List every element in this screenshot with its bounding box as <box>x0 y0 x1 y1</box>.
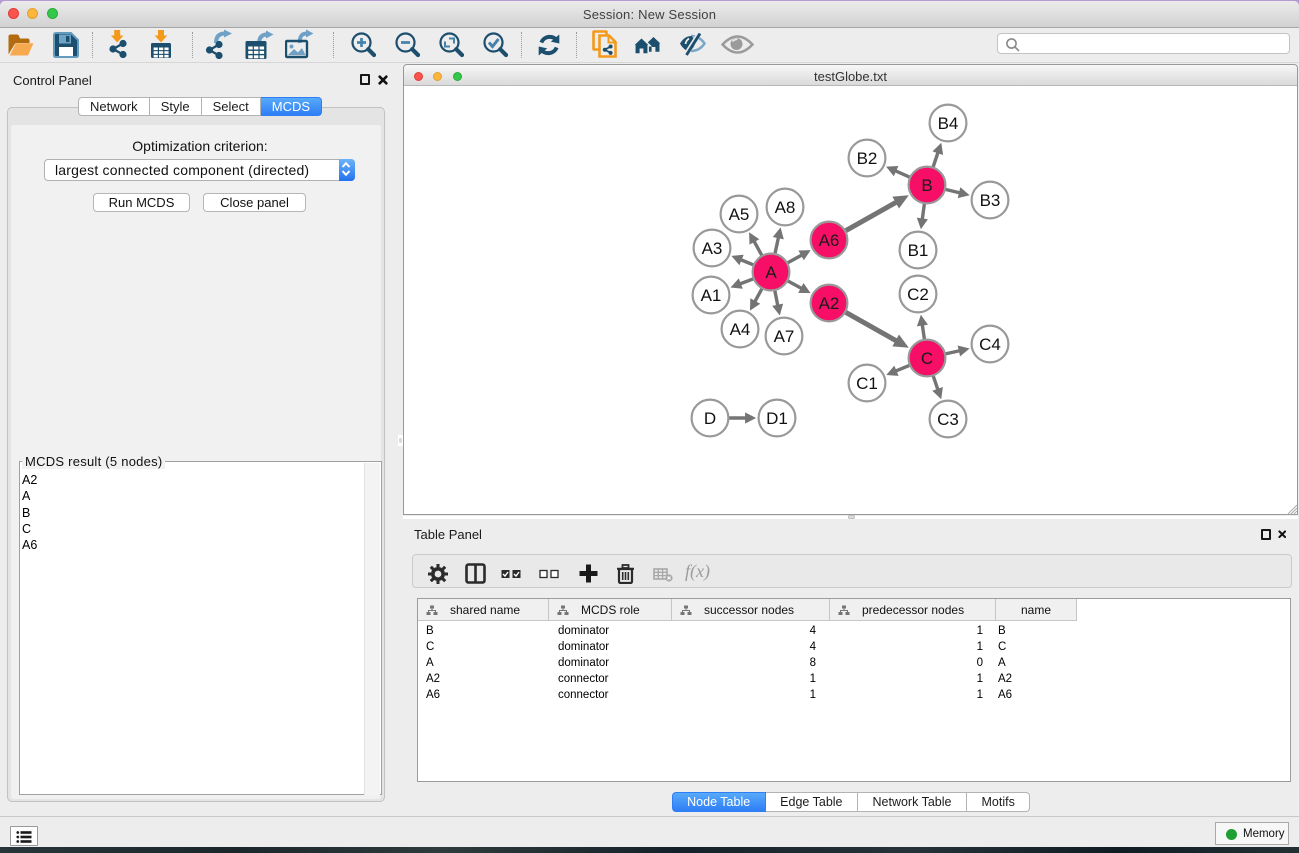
svg-text:A6: A6 <box>819 231 840 250</box>
svg-text:B2: B2 <box>857 149 878 168</box>
svg-text:B4: B4 <box>938 114 959 133</box>
svg-text:C1: C1 <box>856 374 878 393</box>
svg-text:A2: A2 <box>819 294 840 313</box>
svg-text:A7: A7 <box>774 327 795 346</box>
svg-text:A: A <box>765 263 777 282</box>
svg-text:C4: C4 <box>979 335 1001 354</box>
svg-text:B: B <box>921 176 932 195</box>
svg-text:A3: A3 <box>702 239 723 258</box>
svg-text:A8: A8 <box>775 198 796 217</box>
svg-text:C3: C3 <box>937 410 959 429</box>
svg-text:A1: A1 <box>701 286 722 305</box>
svg-text:D: D <box>704 409 716 428</box>
svg-text:A5: A5 <box>729 205 750 224</box>
svg-text:B1: B1 <box>908 241 929 260</box>
svg-text:A4: A4 <box>730 320 751 339</box>
svg-text:C2: C2 <box>907 285 929 304</box>
svg-text:B3: B3 <box>980 191 1001 210</box>
svg-text:C: C <box>921 349 933 368</box>
svg-text:D1: D1 <box>766 409 788 428</box>
